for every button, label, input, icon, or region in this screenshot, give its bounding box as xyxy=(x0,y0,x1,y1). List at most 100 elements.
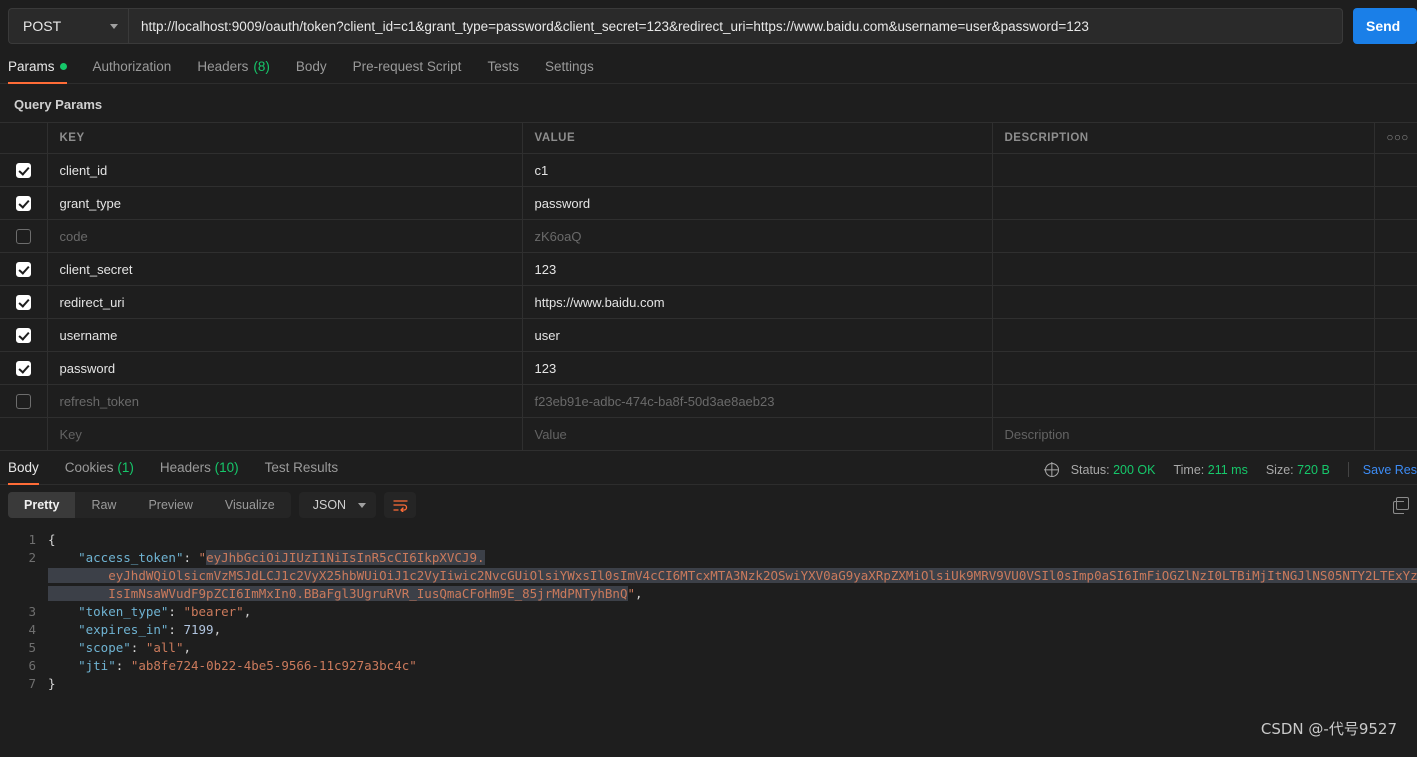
http-method-select[interactable]: POST xyxy=(8,8,128,44)
line-number: 4 xyxy=(0,621,48,639)
request-tab-body[interactable]: Body xyxy=(296,59,341,83)
code-token: 7199 xyxy=(183,622,213,637)
param-value-cell[interactable]: password xyxy=(522,187,992,220)
request-tab-headers[interactable]: Headers(8) xyxy=(197,59,284,83)
param-value-cell[interactable]: zK6oaQ xyxy=(522,220,992,253)
row-checkbox-cell[interactable] xyxy=(0,154,47,187)
format-select[interactable]: JSON xyxy=(299,492,376,518)
new-param-key-input[interactable]: Key xyxy=(47,418,522,451)
row-checkbox-cell[interactable] xyxy=(0,352,47,385)
bulk-edit-icon[interactable]: ○○○ xyxy=(1374,123,1417,154)
table-row[interactable]: refresh_tokenf23eb91e-adbc-474c-ba8f-50d… xyxy=(0,385,1417,418)
checkbox-checked-icon[interactable] xyxy=(16,196,31,211)
code-token: "bearer" xyxy=(183,604,243,619)
row-checkbox-cell[interactable] xyxy=(0,385,47,418)
checkbox-checked-icon[interactable] xyxy=(16,295,31,310)
table-row[interactable]: grant_typepassword xyxy=(0,187,1417,220)
request-tab-tests[interactable]: Tests xyxy=(487,59,533,83)
response-body-toolbar: PrettyRawPreviewVisualize JSON xyxy=(0,485,1417,525)
param-key-cell[interactable]: grant_type xyxy=(47,187,522,220)
table-row[interactable]: password123 xyxy=(0,352,1417,385)
param-value-cell[interactable]: 123 xyxy=(522,253,992,286)
param-value-cell[interactable]: c1 xyxy=(522,154,992,187)
param-key-cell[interactable]: client_secret xyxy=(47,253,522,286)
view-mode-group: PrettyRawPreviewVisualize xyxy=(8,492,291,518)
row-checkbox-cell[interactable] xyxy=(0,220,47,253)
code-line-text: { xyxy=(48,531,1417,549)
param-key-cell[interactable]: code xyxy=(47,220,522,253)
param-value-cell[interactable]: user xyxy=(522,319,992,352)
table-row[interactable]: client_idc1 xyxy=(0,154,1417,187)
code-token: "access_token" xyxy=(78,550,183,565)
param-key-cell[interactable]: refresh_token xyxy=(47,385,522,418)
param-key-cell[interactable]: username xyxy=(47,319,522,352)
line-number xyxy=(0,567,48,585)
request-tab-settings[interactable]: Settings xyxy=(545,59,608,83)
param-description-cell[interactable] xyxy=(992,253,1374,286)
checkbox-checked-icon[interactable] xyxy=(16,328,31,343)
param-description-cell[interactable] xyxy=(992,385,1374,418)
query-params-table: KEY VALUE DESCRIPTION ○○○ client_idc1gra… xyxy=(0,122,1417,451)
code-token: "token_type" xyxy=(78,604,168,619)
request-tab-authorization[interactable]: Authorization xyxy=(93,59,186,83)
param-description-cell[interactable] xyxy=(992,187,1374,220)
row-checkbox-cell[interactable] xyxy=(0,253,47,286)
response-tab-headers[interactable]: Headers (10) xyxy=(160,460,239,484)
request-tab-pre-request-script[interactable]: Pre-request Script xyxy=(353,59,476,83)
send-button[interactable]: Send xyxy=(1353,8,1417,44)
request-tab-label: Params xyxy=(8,59,55,74)
wrap-lines-button[interactable] xyxy=(384,492,416,518)
new-param-description-input[interactable]: Description xyxy=(992,418,1374,451)
checkbox-unchecked-icon[interactable] xyxy=(16,229,31,244)
request-tab-params[interactable]: Params xyxy=(8,59,81,83)
view-mode-pretty[interactable]: Pretty xyxy=(8,492,75,518)
line-number: 5 xyxy=(0,639,48,657)
table-row[interactable]: usernameuser xyxy=(0,319,1417,352)
param-value-cell[interactable]: f23eb91e-adbc-474c-ba8f-50d3ae8aeb23 xyxy=(522,385,992,418)
response-tab-body[interactable]: Body xyxy=(8,460,39,484)
new-param-row[interactable]: KeyValueDescription xyxy=(0,418,1417,451)
checkbox-unchecked-icon[interactable] xyxy=(16,394,31,409)
code-token: "scope" xyxy=(78,640,131,655)
watermark: CSDN @-代号9527 xyxy=(1261,718,1397,739)
code-line: 6 "jti": "ab8fe724-0b22-4be5-9566-11c927… xyxy=(0,657,1417,675)
row-checkbox-cell[interactable] xyxy=(0,286,47,319)
code-line-text: IsImNsaWVudF9pZCI6ImMxIn0.BBaFgl3UgruRVR… xyxy=(48,585,1417,603)
view-mode-preview[interactable]: Preview xyxy=(132,492,208,518)
url-input[interactable]: http://localhost:9009/oauth/token?client… xyxy=(128,8,1343,44)
code-token xyxy=(48,568,108,583)
checkbox-checked-icon[interactable] xyxy=(16,262,31,277)
view-mode-raw[interactable]: Raw xyxy=(75,492,132,518)
save-response-link[interactable]: Save Res xyxy=(1363,463,1417,477)
param-description-cell[interactable] xyxy=(992,319,1374,352)
param-value-cell[interactable]: https://www.baidu.com xyxy=(522,286,992,319)
code-token: "ab8fe724-0b22-4be5-9566-11c927a3bc4c" xyxy=(131,658,417,673)
query-params-title: Query Params xyxy=(0,84,1417,122)
param-description-cell[interactable] xyxy=(992,286,1374,319)
format-value: JSON xyxy=(313,498,346,512)
param-description-cell[interactable] xyxy=(992,220,1374,253)
response-body-code[interactable]: 1{2 "access_token": "eyJhbGciOiJIUzI1NiI… xyxy=(0,525,1417,693)
checkbox-checked-icon[interactable] xyxy=(16,361,31,376)
new-param-value-input[interactable]: Value xyxy=(522,418,992,451)
param-key-cell[interactable]: password xyxy=(47,352,522,385)
param-key-cell[interactable]: redirect_uri xyxy=(47,286,522,319)
table-row[interactable]: client_secret123 xyxy=(0,253,1417,286)
copy-icon[interactable] xyxy=(1396,497,1409,510)
row-checkbox-cell[interactable] xyxy=(0,187,47,220)
checkbox-checked-icon[interactable] xyxy=(16,163,31,178)
table-row[interactable]: redirect_urihttps://www.baidu.com xyxy=(0,286,1417,319)
param-key-cell[interactable]: client_id xyxy=(47,154,522,187)
table-row[interactable]: codezK6oaQ xyxy=(0,220,1417,253)
response-tab-cookies[interactable]: Cookies (1) xyxy=(65,460,134,484)
response-tab-label: Cookies xyxy=(65,460,114,475)
param-description-cell[interactable] xyxy=(992,154,1374,187)
meta-divider xyxy=(1348,462,1349,477)
code-line-text: } xyxy=(48,675,1417,693)
param-value-cell[interactable]: 123 xyxy=(522,352,992,385)
response-tab-test-results[interactable]: Test Results xyxy=(265,460,339,484)
view-mode-visualize[interactable]: Visualize xyxy=(209,492,291,518)
code-line: 2 "access_token": "eyJhbGciOiJIUzI1NiIsI… xyxy=(0,549,1417,567)
row-checkbox-cell[interactable] xyxy=(0,319,47,352)
param-description-cell[interactable] xyxy=(992,352,1374,385)
